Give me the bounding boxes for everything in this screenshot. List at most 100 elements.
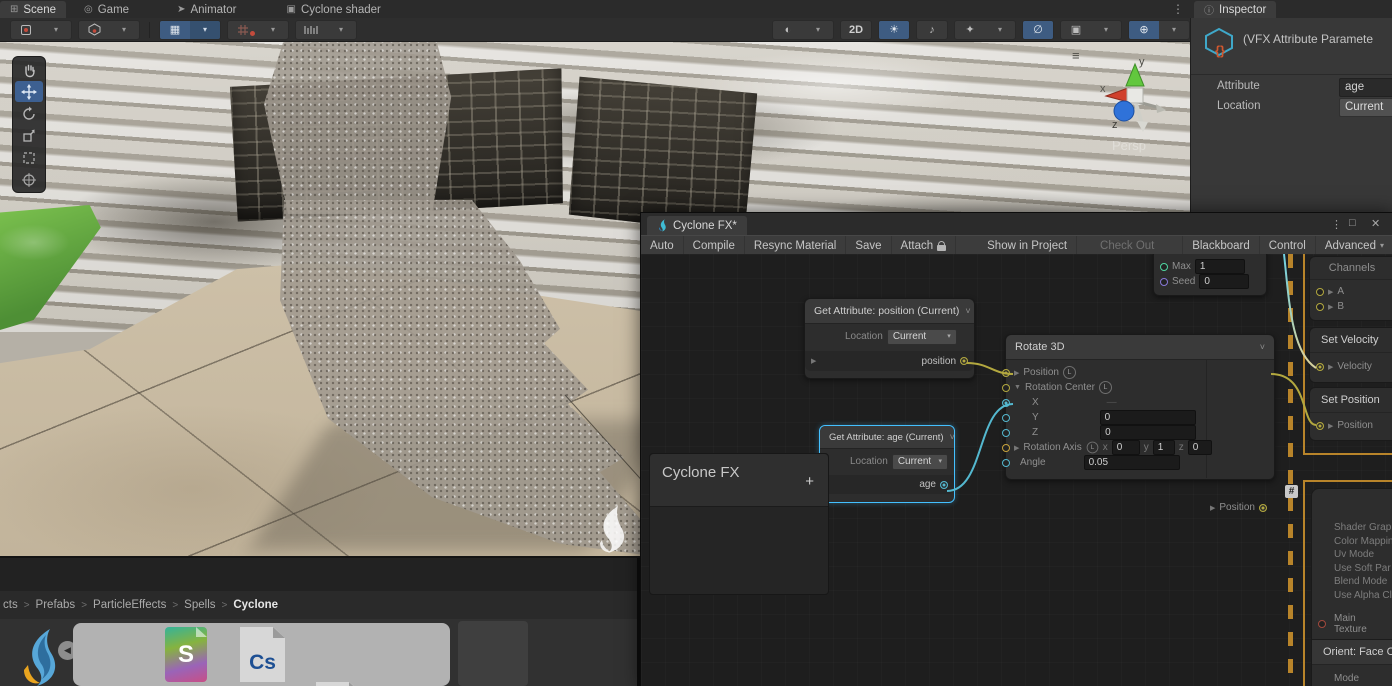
output-context-block[interactable]: Shader Grap Color Mappin Uv Mode Use Sof… bbox=[1311, 488, 1392, 686]
save-button[interactable]: Save bbox=[846, 236, 892, 255]
control-button[interactable]: Control bbox=[1260, 236, 1316, 255]
shading-mode-button[interactable]: ◐ bbox=[773, 21, 803, 39]
gizmos-toggle[interactable]: ⊕ bbox=[1129, 20, 1159, 39]
collapse-chevron-icon[interactable]: ˅ bbox=[965, 306, 970, 316]
blackboard-panel[interactable]: Cyclone FX + bbox=[649, 453, 829, 595]
hash-badge[interactable]: # bbox=[1285, 485, 1298, 498]
transform-tool-button[interactable] bbox=[15, 169, 43, 190]
breadcrumb-item[interactable]: Spells bbox=[184, 599, 215, 611]
attach-button[interactable]: Attach bbox=[892, 236, 957, 255]
camera-settings-dropdown[interactable]: ▾ bbox=[1091, 21, 1121, 39]
csharp-script-icon[interactable]: Cs bbox=[316, 682, 361, 686]
scale-tool-button[interactable] bbox=[15, 125, 43, 146]
handle-rotation-button[interactable] bbox=[79, 21, 109, 39]
show-in-project-button[interactable]: Show in Project bbox=[978, 236, 1078, 255]
breadcrumb-item[interactable]: Prefabs bbox=[36, 599, 76, 611]
tab-bar-menu-icon[interactable]: ⋮ bbox=[1172, 2, 1184, 16]
axis-x-field[interactable]: 0 bbox=[1111, 440, 1140, 455]
rect-tool-button[interactable] bbox=[15, 147, 43, 168]
rotation-center-port[interactable] bbox=[1002, 383, 1010, 392]
rotation-axis-port[interactable] bbox=[1002, 443, 1010, 452]
location-dropdown[interactable]: Current ▾ bbox=[891, 453, 948, 470]
grid-snap-dropdown[interactable]: ▾ bbox=[190, 20, 220, 39]
breadcrumb-item[interactable]: cts bbox=[3, 599, 18, 611]
lighting-toggle[interactable]: ☀ bbox=[879, 20, 909, 39]
hand-tool-button[interactable] bbox=[15, 59, 43, 80]
measure-button[interactable] bbox=[296, 21, 326, 39]
position-output-port[interactable] bbox=[960, 357, 968, 365]
compile-button[interactable]: Compile bbox=[684, 236, 745, 255]
projection-label[interactable]: Persp bbox=[1112, 138, 1146, 153]
shading-mode-dropdown[interactable]: ▾ bbox=[803, 21, 833, 39]
axis-y-field[interactable]: 1 bbox=[1152, 440, 1175, 455]
velocity-input-port[interactable] bbox=[1316, 362, 1324, 371]
csharp-script-icon[interactable]: Cs bbox=[240, 627, 285, 682]
location-dropdown[interactable]: Current bbox=[1339, 98, 1392, 117]
tab-animator[interactable]: ➤ Animator bbox=[167, 1, 246, 18]
empty-asset-tile[interactable] bbox=[458, 621, 528, 686]
x-input-port[interactable] bbox=[1002, 398, 1010, 407]
tab-scene[interactable]: ⊞ Scene bbox=[0, 1, 66, 18]
auto-button[interactable]: Auto bbox=[641, 236, 684, 255]
attribute-value-field[interactable]: age bbox=[1339, 78, 1392, 97]
vfx-window-menu-icon[interactable]: ⋮ bbox=[1331, 218, 1342, 231]
main-texture-port[interactable] bbox=[1318, 619, 1326, 628]
increment-snap-button[interactable] bbox=[228, 21, 258, 39]
rotate-tool-button[interactable] bbox=[15, 103, 43, 124]
seed-field[interactable]: 0 bbox=[1199, 274, 1250, 289]
tab-cyclone-fx[interactable]: Cyclone FX* bbox=[647, 216, 747, 235]
position-input-port[interactable] bbox=[1316, 421, 1324, 430]
max-port[interactable] bbox=[1160, 262, 1168, 271]
vfx-graph-canvas[interactable]: # Max 1 Seed 0 Get Attribute: position (Cu… bbox=[641, 254, 1392, 686]
gizmos-dropdown[interactable]: ▾ bbox=[1159, 21, 1189, 39]
camera-settings-button[interactable]: ▣ bbox=[1061, 21, 1091, 39]
tab-inspector[interactable]: ⓘ Inspector bbox=[1194, 1, 1277, 18]
orient-block[interactable]: Orient: Face Ca Mode bbox=[1312, 639, 1392, 686]
channel-a-port[interactable] bbox=[1316, 287, 1324, 296]
effects-dropdown[interactable]: ▾ bbox=[985, 21, 1015, 39]
angle-input-port[interactable] bbox=[1002, 458, 1010, 467]
breadcrumb-item[interactable]: ParticleEffects bbox=[93, 599, 166, 611]
tool-settings-button[interactable] bbox=[11, 21, 41, 39]
y-field[interactable]: 0 bbox=[1099, 410, 1196, 425]
vfx-gizmo-swirl-icon[interactable] bbox=[588, 504, 634, 556]
effects-toggle[interactable]: ✦ bbox=[955, 21, 985, 39]
vfx-window-close-icon[interactable]: ✕ bbox=[1371, 217, 1380, 230]
channels-block[interactable]: Channels ▶ A ▶ B bbox=[1309, 256, 1392, 321]
blackboard-toggle-button[interactable]: Blackboard bbox=[1182, 236, 1260, 255]
axis-z-field[interactable]: 0 bbox=[1187, 440, 1212, 455]
position-input-port[interactable] bbox=[1002, 368, 1010, 377]
tab-cyclone-shader[interactable]: ▣ Cyclone shader bbox=[276, 1, 390, 18]
resync-material-button[interactable]: Resync Material bbox=[745, 236, 847, 255]
location-dropdown[interactable]: Current ▾ bbox=[886, 328, 957, 345]
overlay-menu-icon[interactable]: ≡ bbox=[1072, 48, 1080, 63]
y-input-port[interactable] bbox=[1002, 413, 1010, 422]
collapse-chevron-icon[interactable]: ˅ bbox=[1260, 342, 1265, 352]
age-output-port[interactable] bbox=[940, 480, 948, 489]
measure-dropdown[interactable]: ▾ bbox=[326, 21, 356, 39]
expander-icon[interactable]: ▶ bbox=[811, 357, 816, 365]
vfx-asset-flame-icon[interactable] bbox=[16, 627, 64, 686]
move-tool-button[interactable] bbox=[15, 81, 43, 102]
increment-snap-dropdown[interactable]: ▾ bbox=[258, 21, 288, 39]
handle-rotation-dropdown[interactable]: ▾ bbox=[109, 21, 139, 39]
audio-toggle[interactable]: ♪ bbox=[917, 21, 947, 39]
max-field[interactable]: 1 bbox=[1194, 259, 1245, 274]
z-input-port[interactable] bbox=[1002, 428, 1010, 437]
breadcrumb-current[interactable]: Cyclone bbox=[233, 599, 278, 611]
position-output-port[interactable] bbox=[1258, 503, 1267, 512]
blackboard-add-button[interactable]: + bbox=[805, 473, 814, 490]
seed-port[interactable] bbox=[1160, 277, 1168, 286]
vfx-window-maximize-icon[interactable]: □ bbox=[1349, 217, 1356, 229]
shadergraph-asset-icon[interactable]: S bbox=[165, 627, 207, 682]
hidden-objects-toggle[interactable]: ∅ bbox=[1023, 20, 1053, 39]
space-badge-icon[interactable]: L bbox=[1098, 381, 1112, 394]
channel-b-port[interactable] bbox=[1316, 302, 1324, 311]
orientation-gizmo[interactable]: y x z bbox=[1096, 56, 1174, 140]
get-attribute-position-node[interactable]: Get Attribute: position (Current) ˅ Locat… bbox=[804, 298, 975, 379]
get-attribute-age-node[interactable]: Get Attribute: age (Current) ˅ Location Cu… bbox=[819, 425, 955, 503]
set-velocity-block[interactable]: Set Velocity ▶ Velocity bbox=[1309, 327, 1392, 383]
grid-snap-toggle[interactable]: ▦ bbox=[160, 20, 190, 39]
rotate-3d-node[interactable]: Rotate 3D ˅ ▶ Position L ▼ Rotation Center L … bbox=[1002, 334, 1275, 513]
random-number-node[interactable]: Max 1 Seed 0 bbox=[1153, 254, 1267, 296]
